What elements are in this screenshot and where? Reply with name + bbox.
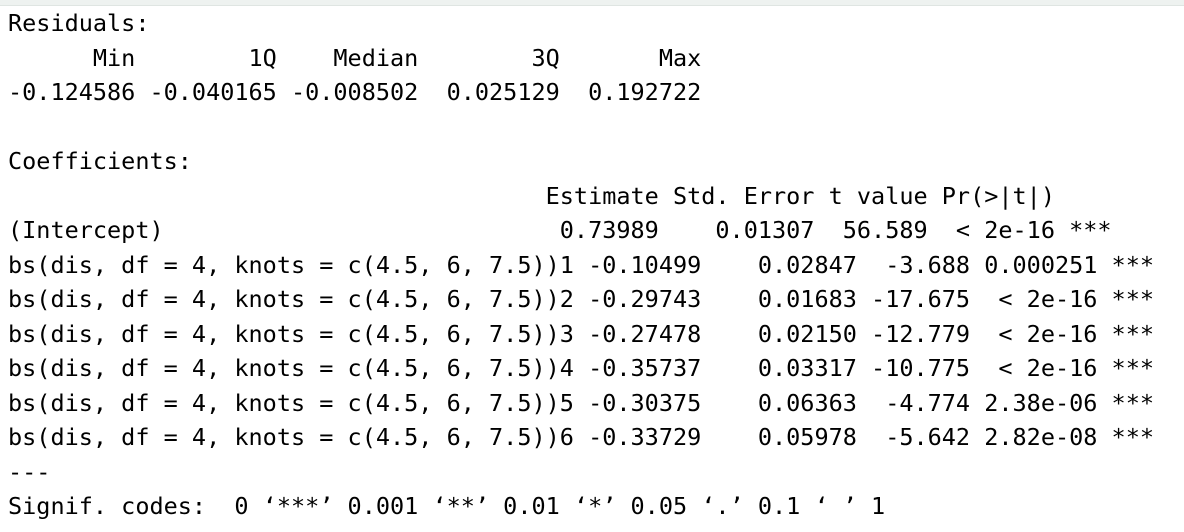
coef-row-intercept: (Intercept) 0.73989 0.01307 56.589 < 2e-… bbox=[8, 216, 1112, 244]
coef-row-bs5: bs(dis, df = 4, knots = c(4.5, 6, 7.5))5… bbox=[8, 388, 1155, 417]
residuals-title: Residuals: bbox=[8, 9, 150, 37]
residuals-values: -0.124586 -0.040165 -0.008502 0.025129 0… bbox=[8, 78, 716, 106]
r-console-output: Residuals: Min 1Q Median 3Q Max -0.12458… bbox=[8, 6, 1154, 524]
coef-row-bs1: bs(dis, df = 4, knots = c(4.5, 6, 7.5))1… bbox=[8, 250, 1155, 279]
coefficients-title: Coefficients: bbox=[8, 147, 192, 175]
coef-row-bs3: bs(dis, df = 4, knots = c(4.5, 6, 7.5))3… bbox=[8, 319, 1155, 348]
coef-row-bs4: bs(dis, df = 4, knots = c(4.5, 6, 7.5))4… bbox=[8, 354, 1155, 382]
coef-row-bs6: bs(dis, df = 4, knots = c(4.5, 6, 7.5))6… bbox=[8, 423, 1155, 451]
signif-codes-line: Signif. codes: 0 ‘***’ 0.001 ‘**’ 0.01 ‘… bbox=[8, 492, 886, 520]
residuals-header: Min 1Q Median 3Q Max bbox=[8, 43, 716, 72]
coef-row-bs2: bs(dis, df = 4, knots = c(4.5, 6, 7.5))2… bbox=[8, 285, 1155, 313]
separator-line: --- bbox=[8, 457, 51, 486]
coefficients-header: Estimate Std. Error t value Pr(>|t|) bbox=[8, 181, 1112, 210]
